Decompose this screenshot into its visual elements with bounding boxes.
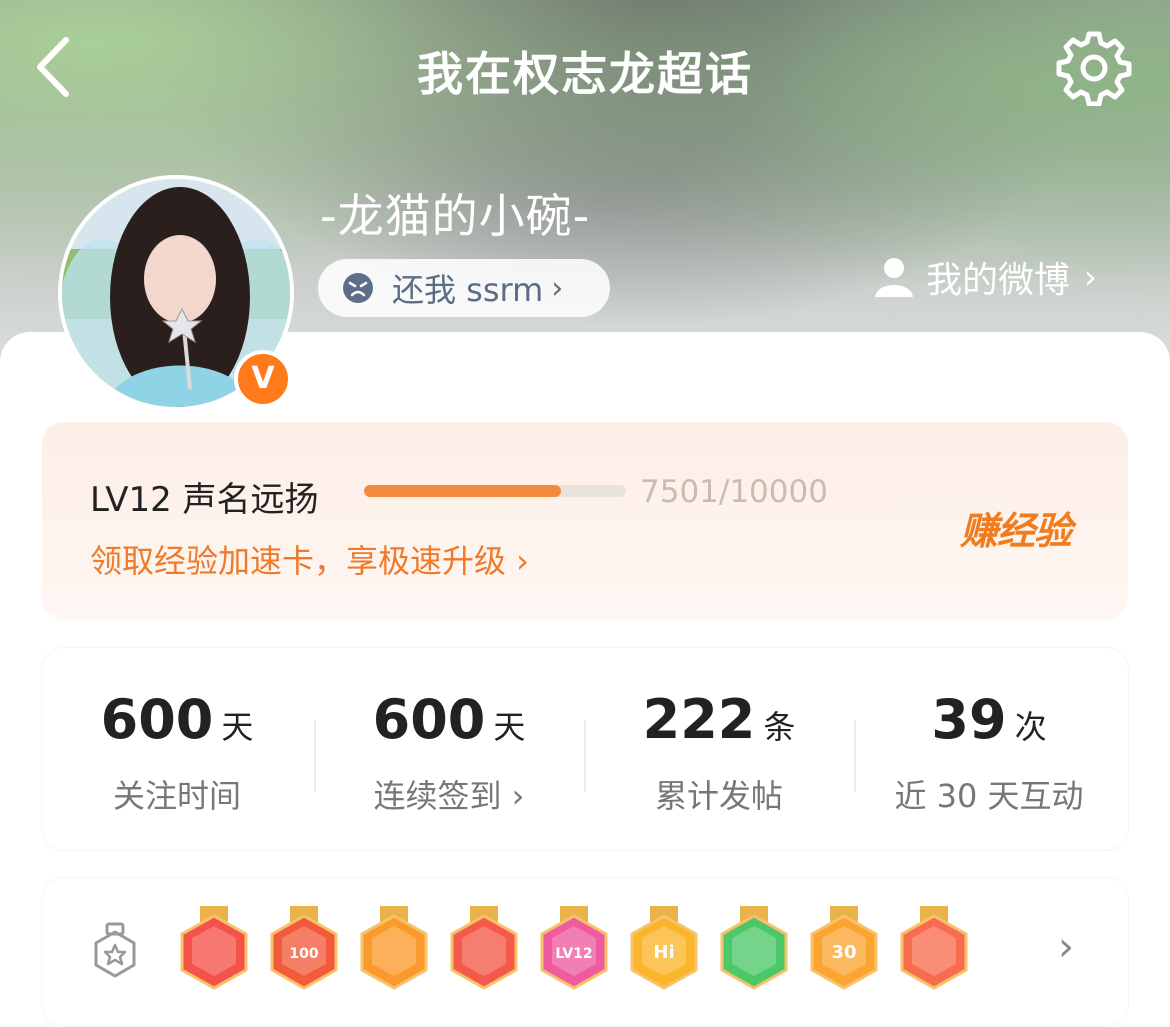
angry-face-icon <box>343 273 373 303</box>
medal-text: 100 <box>289 946 318 962</box>
stat-value: 600 <box>372 688 486 751</box>
gear-icon <box>1056 31 1132 107</box>
badge-wall[interactable]: 100 LV12 Hi 30 › <box>42 878 1128 1026</box>
stat-total-posts: 222 条 累计发帖 <box>584 688 854 817</box>
stat-label: 连续签到 › <box>373 777 525 815</box>
badge-wall-chevron[interactable]: › <box>1058 924 1074 970</box>
stat-label: 关注时间 <box>112 777 241 815</box>
hand-medal[interactable] <box>718 906 790 992</box>
settings-button[interactable] <box>1056 30 1132 107</box>
status-chevron: › <box>551 270 564 306</box>
speed-card-link[interactable]: 领取经验加速卡，享极速升级 › <box>90 536 529 582</box>
top-bar: 我在权志龙超话 <box>0 0 1170 140</box>
medal-text: 30 <box>831 942 856 963</box>
cat-medal[interactable] <box>448 906 520 992</box>
100-days-medal[interactable]: 100 <box>268 906 340 992</box>
status-pill[interactable]: 还我 ssrm › <box>318 259 610 317</box>
badge-wall-icon <box>94 922 136 978</box>
medal-text: LV12 <box>555 946 592 962</box>
stat-label: 近 30 天互动 <box>894 777 1084 815</box>
stat-value: 39 <box>931 688 1007 751</box>
level-progress-text: 7501/10000 <box>640 474 828 510</box>
stat-unit: 次 <box>1014 708 1047 746</box>
verified-badge: V <box>234 350 292 408</box>
level-progress-fill <box>364 485 561 497</box>
stat-interactions: 39 次 近 30 天互动 <box>854 688 1124 817</box>
earn-exp-button[interactable]: 赚经验 <box>960 500 1072 555</box>
30-days-medal[interactable]: 30 <box>808 906 880 992</box>
stat-checkin-days[interactable]: 600 天 连续签到 › <box>314 688 584 817</box>
page-title: 我在权志龙超话 <box>417 47 753 101</box>
lv12-medal[interactable]: LV12 <box>538 906 610 992</box>
hi-medal[interactable]: Hi <box>628 906 700 992</box>
my-weibo-link[interactable]: 我的微博 › <box>872 252 1097 302</box>
level-card[interactable]: LV12 声名远扬 7501/10000 领取经验加速卡，享极速升级 › 赚经验 <box>42 422 1128 620</box>
stat-value: 222 <box>642 688 756 751</box>
medal-text: Hi <box>653 942 674 963</box>
stat-label: 累计发帖 <box>654 777 783 815</box>
person-icon <box>875 258 913 297</box>
stat-unit: 天 <box>493 708 526 746</box>
rock-hand-medal[interactable] <box>898 906 970 992</box>
stat-unit: 条 <box>763 708 796 746</box>
username: -龙猫的小碗- <box>320 189 591 243</box>
level-progress-bar <box>364 485 626 497</box>
status-text: 还我 ssrm <box>392 271 544 309</box>
stat-follow-days: 600 天 关注时间 <box>42 688 312 817</box>
my-weibo-label: 我的微博 <box>926 260 1071 301</box>
stat-unit: 天 <box>221 708 254 746</box>
my-weibo-chevron: › <box>1084 258 1097 296</box>
stats-card: 600 天 关注时间 600 天 连续签到 › 222 条 累计发帖 39 次 近 30… <box>42 648 1128 850</box>
crown-medal[interactable] <box>358 906 430 992</box>
stat-value: 600 <box>100 688 214 751</box>
rabbit-medal[interactable] <box>178 906 250 992</box>
level-label: LV12 声名远扬 <box>90 480 319 520</box>
